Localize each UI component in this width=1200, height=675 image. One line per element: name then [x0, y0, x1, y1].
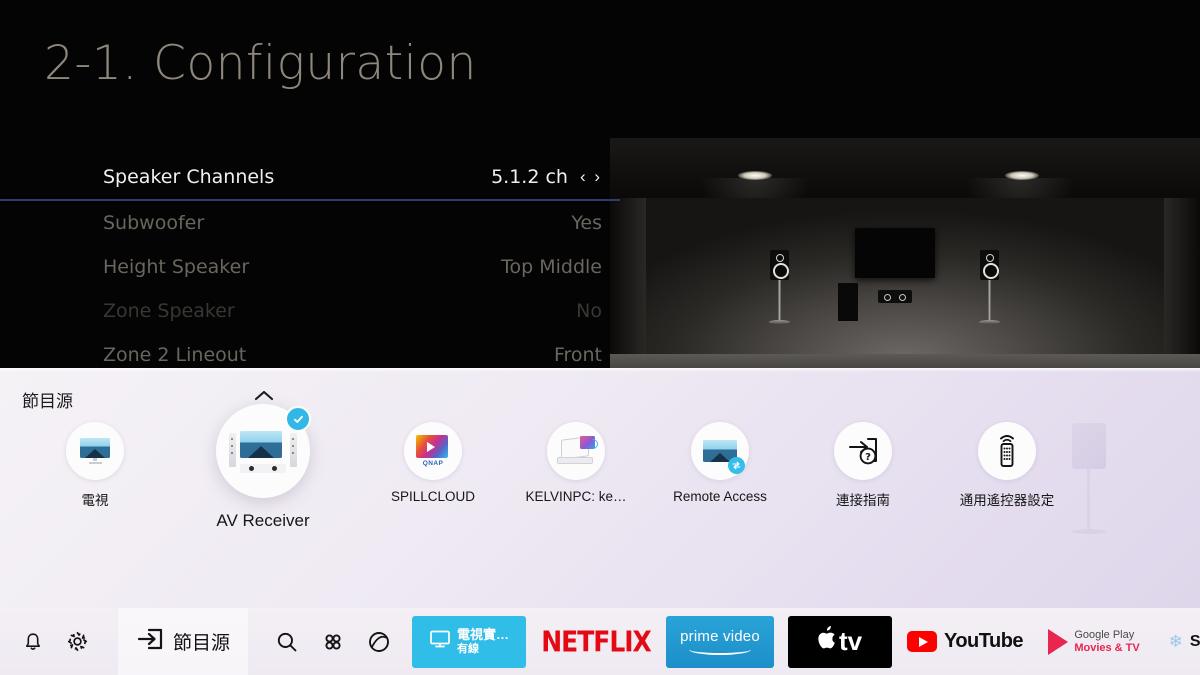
amazon-smile-icon — [689, 644, 752, 655]
source-item-label: KELVINPC: ke… — [525, 489, 627, 504]
qnap-icon: QNAP — [404, 422, 462, 480]
speaker-stand-right — [988, 280, 991, 322]
source-item-label: 連接指南 — [836, 493, 890, 508]
front-right-speaker — [980, 250, 999, 280]
menu-row-speaker-channels[interactable]: Speaker Channels 5.1.2 ch ‹ › — [0, 155, 620, 201]
remote-access-icon — [691, 422, 749, 480]
settings-gear-icon[interactable] — [64, 629, 90, 655]
svg-text:?: ? — [865, 452, 871, 463]
menu-row-label: Subwoofer — [103, 212, 205, 234]
youtube-play-icon — [906, 631, 937, 652]
youtube-label: YouTube — [943, 630, 1024, 652]
menu-row-value: Yes — [571, 212, 602, 234]
notification-bell-icon[interactable] — [20, 629, 46, 655]
source-item-universal-remote-setup[interactable]: 通用遙控器設定 — [942, 412, 1072, 509]
menu-row-label: Zone Speaker — [103, 300, 235, 322]
smartthings-icon: ❄ — [1168, 631, 1183, 651]
menu-row-subwoofer[interactable]: Subwoofer Yes — [0, 201, 620, 245]
av-receiver-icon — [216, 404, 311, 498]
selected-check-badge — [285, 406, 311, 432]
source-selection-panel: 節目源 電視 AV Receiver QNAP SPILLCLOUD KELVI… — [0, 368, 1200, 608]
apple-tv-tile[interactable]: tv — [788, 615, 893, 668]
universal-remote-icon — [978, 422, 1036, 480]
tv-live-line2: 有線 — [457, 642, 479, 655]
front-left-speaker — [770, 250, 789, 280]
cast-badge — [728, 457, 745, 474]
center-channel-speaker — [878, 290, 912, 303]
source-item-connection-guide[interactable]: ? 連接指南 — [798, 412, 928, 509]
source-item-kelvinpc[interactable]: KELVINPC: ke… — [511, 412, 641, 504]
status-icon-group — [0, 629, 90, 655]
source-input-icon — [136, 627, 164, 656]
menu-row-value: No — [576, 300, 602, 322]
menu-row-value: 5.1.2 ch — [491, 166, 568, 188]
smartthings-tile[interactable]: ❄ SmartThings — [1164, 616, 1200, 668]
apple-tv-label: tv — [838, 626, 863, 656]
source-item-label: 通用遙控器設定 — [959, 493, 1055, 508]
tv-screen: 2-1. Configuration Speaker Channels 5.1.… — [0, 0, 1200, 675]
prime-video-logo: prime video — [680, 628, 760, 645]
menu-row-value: Front — [553, 344, 602, 366]
menu-row-value: Top Middle — [501, 256, 602, 278]
menu-row-label: Height Speaker — [103, 256, 250, 278]
bottom-app-bar: 節目源 電視實… 有線 NETFLIX prime video tv YouTu… — [0, 608, 1200, 675]
chevron-up-icon[interactable] — [252, 386, 276, 406]
netflix-logo: NETFLIX — [541, 624, 652, 659]
configuration-menu-list: Speaker Channels 5.1.2 ch ‹ › Subwoofer … — [0, 155, 620, 377]
source-item-label: AV Receiver — [216, 511, 310, 530]
speaker-stand-base-left — [769, 320, 790, 324]
app-tile-row: 電視實… 有線 NETFLIX prime video tv YouTube G… — [412, 608, 1200, 675]
prime-video-tile[interactable]: prime video — [666, 615, 775, 668]
receiver-osd-layer: 2-1. Configuration Speaker Channels 5.1.… — [0, 0, 1200, 378]
value-stepper-arrows[interactable]: ‹ › — [580, 167, 602, 187]
apps-grid-icon[interactable] — [320, 629, 346, 655]
source-item-list: 電視 AV Receiver QNAP SPILLCLOUD KELVINPC:… — [0, 404, 1200, 542]
speaker-stand-left — [778, 280, 781, 322]
menu-row-height-speaker[interactable]: Height Speaker Top Middle — [0, 245, 620, 289]
back-wall — [644, 198, 1166, 360]
menu-row-label: Zone 2 Lineout — [103, 344, 247, 366]
subwoofer — [838, 283, 858, 321]
search-icon[interactable] — [274, 629, 300, 655]
source-item-tv[interactable]: 電視 — [30, 412, 160, 509]
source-item-av-receiver[interactable]: AV Receiver — [198, 404, 328, 531]
menu-row-zone-speaker: Zone Speaker No — [0, 289, 620, 333]
source-item-spillcloud[interactable]: QNAP SPILLCLOUD — [368, 412, 498, 504]
youtube-tile[interactable]: YouTube — [906, 616, 1024, 668]
source-panel-title: 節目源 — [22, 392, 73, 411]
tv-live-tile[interactable]: 電視實… 有線 — [412, 615, 527, 668]
speaker-stand-base-right — [979, 320, 1000, 324]
source-button-label: 節目源 — [173, 633, 231, 654]
source-button[interactable]: 節目源 — [118, 608, 249, 675]
side-wall-right — [1164, 198, 1200, 360]
smartthings-label: SmartThings — [1189, 632, 1200, 650]
tv-live-line1: 電視實… — [457, 627, 510, 643]
wall-mounted-tv — [855, 228, 935, 278]
menu-row-label: Speaker Channels — [103, 166, 275, 188]
netflix-tile[interactable]: NETFLIX — [540, 616, 652, 668]
ambient-mode-icon[interactable] — [366, 629, 392, 655]
source-item-label: Remote Access — [673, 489, 767, 504]
google-play-line1: Google Play — [1074, 628, 1135, 641]
connection-guide-icon: ? — [834, 422, 892, 480]
page-title: 2-1. Configuration — [44, 36, 477, 91]
nav-icon-group — [274, 629, 392, 655]
google-play-tile[interactable]: Google Play Movies & TV — [1038, 616, 1150, 668]
tv-icon — [66, 422, 124, 480]
source-item-label: 電視 — [81, 493, 109, 508]
source-item-remote-access[interactable]: Remote Access — [655, 412, 785, 504]
google-play-icon — [1048, 628, 1069, 655]
home-theater-background-image — [610, 138, 1200, 378]
tv-monitor-icon — [429, 629, 451, 654]
pc-screen-mirror-icon — [547, 422, 605, 480]
source-item-label: SPILLCLOUD — [390, 489, 476, 504]
google-play-line2: Movies & TV — [1074, 641, 1140, 654]
apple-logo-icon — [818, 626, 838, 657]
